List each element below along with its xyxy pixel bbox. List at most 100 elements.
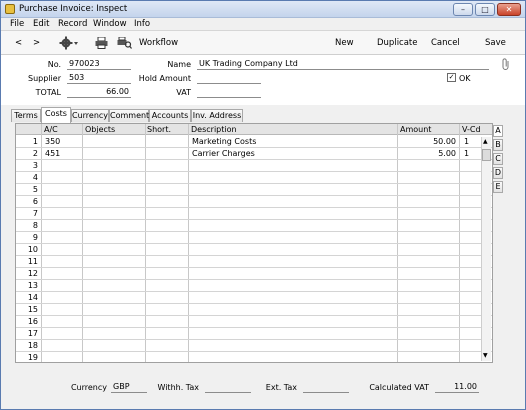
window-title: Purchase Invoice: Inspect [19, 4, 128, 14]
row-number: 1 [32, 137, 38, 146]
row-number: 18 [27, 341, 38, 350]
save-button[interactable]: Save [485, 38, 506, 48]
col-ac: A/C [44, 125, 58, 134]
tab-comment[interactable]: Comment [109, 109, 149, 122]
table-row[interactable]: 14 [16, 292, 492, 304]
table-row[interactable]: 5 [16, 184, 492, 196]
menu-edit[interactable]: Edit [33, 19, 49, 29]
cancel-button[interactable]: Cancel [431, 38, 460, 48]
row-number: 17 [27, 329, 38, 338]
ok-checkbox[interactable]: ✓ [447, 73, 456, 82]
table-row[interactable]: 12 [16, 268, 492, 280]
table-row[interactable]: 3 [16, 160, 492, 172]
supplier-label: Supplier [28, 74, 61, 83]
table-row[interactable]: 15 [16, 304, 492, 316]
scroll-down-icon[interactable]: ▼ [483, 352, 488, 359]
gear-icon[interactable] [59, 36, 79, 50]
table-row[interactable]: 18 [16, 340, 492, 352]
col-vcd: V-Cd [462, 125, 481, 134]
app-icon [5, 4, 15, 14]
side-tab-d[interactable]: D [493, 167, 503, 179]
print-preview-icon[interactable] [117, 37, 132, 49]
back-button[interactable]: < [15, 38, 22, 48]
grid-header: A/C Objects Short. Description Amount V-… [16, 124, 492, 135]
tab-costs[interactable]: Costs [41, 107, 71, 123]
scroll-up-icon[interactable]: ▲ [483, 138, 488, 145]
table-row[interactable]: 10 [16, 244, 492, 256]
ext-tax-label: Ext. Tax [265, 383, 297, 392]
row-number: 4 [32, 173, 38, 182]
invoice-header-form: No. 970023 Name UK Trading Company Ltd S… [1, 55, 525, 105]
table-row[interactable]: 7 [16, 208, 492, 220]
col-objects: Objects [85, 125, 116, 134]
row-number: 13 [27, 281, 38, 290]
table-row[interactable]: 19 [16, 352, 492, 362]
calculated-vat-label: Calculated VAT [369, 383, 429, 392]
invoice-number-field[interactable]: 970023 [67, 59, 131, 70]
table-row[interactable]: 17 [16, 328, 492, 340]
table-row[interactable]: 1 350 Marketing Costs 50.00 1 [16, 136, 492, 148]
currency-field[interactable]: GBP [111, 382, 147, 393]
ext-tax-field[interactable] [303, 382, 349, 393]
menu-file[interactable]: File [10, 19, 24, 29]
tab-terms[interactable]: Terms [11, 109, 41, 122]
menu-info[interactable]: Info [134, 19, 150, 29]
workflow-button[interactable]: Workflow [139, 38, 178, 48]
col-amount: Amount [400, 125, 432, 134]
title-bar: Purchase Invoice: Inspect – □ ✕ [1, 1, 525, 18]
table-row[interactable]: 6 [16, 196, 492, 208]
cell-description[interactable]: Carrier Charges [192, 149, 255, 158]
new-button[interactable]: New [335, 38, 354, 48]
side-tab-a[interactable]: A [493, 125, 503, 137]
vat-field[interactable] [197, 87, 261, 98]
cell-amount[interactable]: 5.00 [400, 149, 456, 158]
row-number: 8 [32, 221, 38, 230]
minimize-button[interactable]: – [453, 3, 473, 16]
forward-button[interactable]: > [33, 38, 40, 48]
table-row[interactable]: 16 [16, 316, 492, 328]
tab-inv-address[interactable]: Inv. Address [191, 109, 243, 122]
row-number: 2 [32, 149, 38, 158]
withholding-tax-field[interactable] [205, 382, 251, 393]
cell-vcd[interactable]: 1 [464, 137, 469, 146]
grid-scrollbar[interactable]: ▲ ▼ [481, 137, 491, 361]
row-number: 10 [27, 245, 38, 254]
table-row[interactable]: 8 [16, 220, 492, 232]
col-short: Short. [147, 125, 172, 134]
total-label: TOTAL [35, 88, 61, 97]
table-row[interactable]: 9 [16, 232, 492, 244]
costs-grid: A/C Objects Short. Description Amount V-… [15, 123, 493, 363]
vat-label: VAT [176, 88, 191, 97]
cell-description[interactable]: Marketing Costs [192, 137, 256, 146]
toolbar: < > Workflow New Duplicate Cancel Save [1, 31, 525, 55]
side-tab-c[interactable]: C [493, 153, 503, 165]
total-field: 66.00 [67, 87, 131, 98]
printer-icon[interactable] [95, 37, 108, 49]
menu-record[interactable]: Record [58, 19, 87, 29]
cell-ac[interactable]: 451 [45, 149, 60, 158]
tab-currency[interactable]: Currency [71, 109, 109, 122]
table-row[interactable]: 2 451 Carrier Charges 5.00 1 [16, 148, 492, 160]
maximize-button[interactable]: □ [475, 3, 495, 16]
hold-amount-field[interactable] [197, 73, 261, 84]
side-tab-e[interactable]: E [493, 181, 503, 193]
row-number: 14 [27, 293, 38, 302]
scroll-thumb[interactable] [482, 149, 491, 161]
tab-accounts[interactable]: Accounts [149, 109, 191, 122]
cell-vcd[interactable]: 1 [464, 149, 469, 158]
close-button[interactable]: ✕ [497, 3, 521, 16]
cell-ac[interactable]: 350 [45, 137, 60, 146]
paperclip-icon[interactable] [501, 58, 511, 70]
name-field[interactable]: UK Trading Company Ltd [197, 59, 489, 70]
table-row[interactable]: 11 [16, 256, 492, 268]
table-row[interactable]: 13 [16, 280, 492, 292]
calculated-vat-field: 11.00 [435, 382, 479, 393]
row-number: 11 [27, 257, 38, 266]
table-row[interactable]: 4 [16, 172, 492, 184]
supplier-field[interactable]: 503 [67, 73, 131, 84]
col-description: Description [191, 125, 237, 134]
menu-window[interactable]: Window [93, 19, 127, 29]
duplicate-button[interactable]: Duplicate [377, 38, 418, 48]
side-tab-b[interactable]: B [493, 139, 503, 151]
cell-amount[interactable]: 50.00 [400, 137, 456, 146]
